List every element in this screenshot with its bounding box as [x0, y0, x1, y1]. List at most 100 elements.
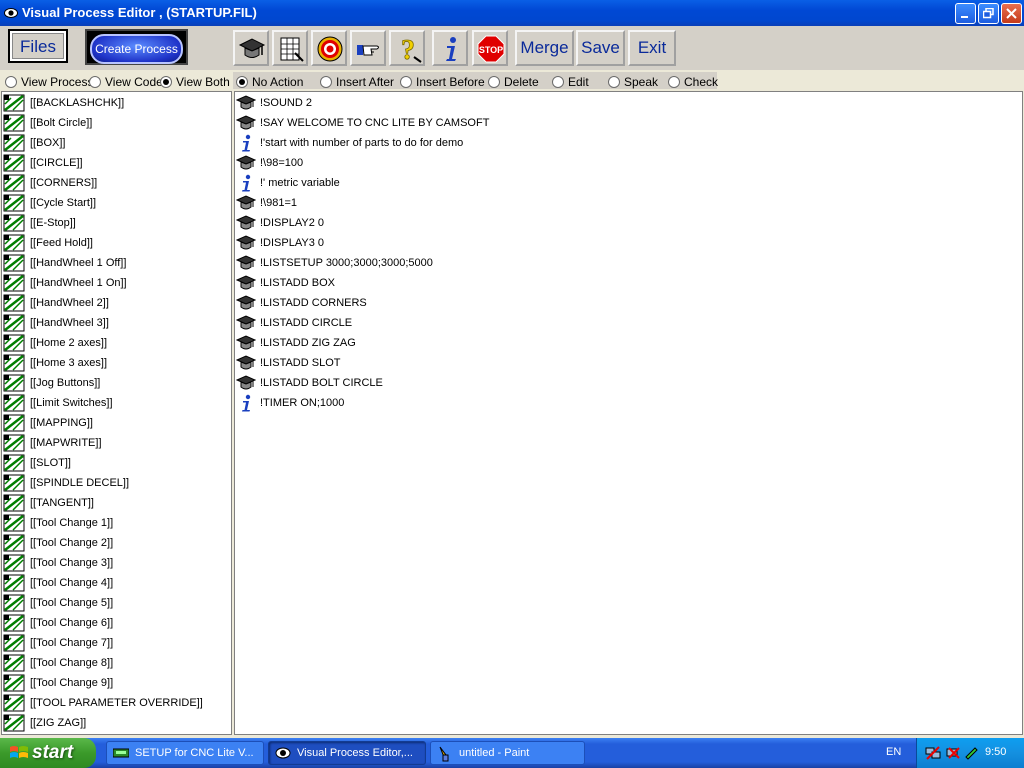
- files-button[interactable]: Files: [8, 29, 68, 63]
- radio-label: View Process: [21, 75, 94, 89]
- process-list[interactable]: [[BACKLASHCHK]] [[Bolt Circle]] [[BOX]] [[C…: [1, 91, 232, 735]
- restore-icon: [983, 8, 994, 19]
- process-flow-icon: [3, 654, 25, 672]
- list-item-label: [[Jog Buttons]]: [30, 377, 101, 389]
- info-button[interactable]: [432, 30, 468, 66]
- target-button[interactable]: [311, 30, 347, 66]
- radio-dot-no-action[interactable]: [236, 76, 248, 88]
- close-button[interactable]: [1001, 3, 1022, 24]
- stop-sign-icon: STOP: [477, 35, 505, 63]
- graduation-cap-icon: [236, 195, 256, 210]
- radio-speak[interactable]: Speak: [608, 75, 658, 89]
- close-icon: [1006, 8, 1017, 19]
- info-icon: [242, 174, 251, 192]
- create-process-button[interactable]: Create Process: [85, 29, 188, 65]
- info-icon: [446, 37, 456, 61]
- process-flow-icon: [3, 494, 25, 512]
- process-flow-icon: [3, 574, 25, 592]
- task-paint[interactable]: untitled - Paint: [430, 741, 585, 765]
- save-button[interactable]: Save: [576, 30, 625, 66]
- list-item-label: [[BACKLASHCHK]]: [30, 97, 125, 109]
- list-item-label: [[Tool Change 3]]: [30, 557, 114, 569]
- question-mark-icon: ?: [401, 35, 422, 63]
- radio-edit[interactable]: Edit: [552, 75, 589, 89]
- stop-button[interactable]: STOP: [472, 30, 508, 66]
- network-disconnected-icon[interactable]: [945, 745, 961, 761]
- list-item-label: [[Tool Change 1]]: [30, 517, 114, 529]
- radio-view-code[interactable]: View Code: [89, 75, 163, 89]
- radio-view-process[interactable]: View Process: [5, 75, 93, 89]
- task-visual-process-editor[interactable]: Visual Process Editor,...: [268, 741, 426, 765]
- process-flow-icon: [3, 294, 25, 312]
- radio-dot-view-process[interactable]: [5, 76, 17, 88]
- minimize-button[interactable]: [955, 3, 976, 24]
- process-flow-icon: [3, 114, 25, 132]
- pointing-hand-button[interactable]: [350, 30, 386, 66]
- list-item-label: [[Bolt Circle]]: [30, 117, 93, 129]
- radio-label: No Action: [252, 75, 304, 89]
- radio-no-action[interactable]: No Action: [236, 75, 303, 89]
- graduation-cap-icon: [236, 235, 256, 250]
- list-item-label: [[Tool Change 5]]: [30, 597, 114, 609]
- process-flow-icon: [3, 594, 25, 612]
- process-flow-icon: [3, 394, 25, 412]
- safely-remove-hardware-icon[interactable]: [963, 745, 979, 761]
- toolbar: Files Create Process ? STOP Merge Save E…: [0, 26, 1024, 70]
- pointing-hand-icon: [357, 45, 379, 56]
- task-label: SETUP for CNC Lite V...: [135, 747, 254, 759]
- list-item-label: [[HandWheel 3]]: [30, 317, 109, 329]
- list-item-label: [[Home 2 axes]]: [30, 337, 108, 349]
- radio-label: View Code: [105, 75, 163, 89]
- graduation-cap-icon: [236, 335, 256, 350]
- graduation-cap-icon: [236, 255, 256, 270]
- graduation-cap-icon: [236, 95, 256, 110]
- radio-dot-view-both[interactable]: [160, 76, 172, 88]
- radio-delete[interactable]: Delete: [488, 75, 539, 89]
- radio-insert-before[interactable]: Insert Before: [400, 75, 485, 89]
- radio-view-both[interactable]: View Both: [160, 75, 230, 89]
- grid-editor-button[interactable]: [272, 30, 308, 66]
- radio-dot-check[interactable]: [668, 76, 680, 88]
- process-flow-icon: [3, 194, 25, 212]
- radio-dot-edit[interactable]: [552, 76, 564, 88]
- process-flow-icon: [3, 554, 25, 572]
- radio-check[interactable]: Check: [668, 75, 718, 89]
- process-flow-icon: [3, 454, 25, 472]
- merge-button[interactable]: Merge: [515, 30, 574, 66]
- list-item-label: [[CORNERS]]: [30, 177, 98, 189]
- list-item-label: [[Tool Change 7]]: [30, 637, 114, 649]
- radio-label: Speak: [624, 75, 659, 89]
- radio-dot-insert-before[interactable]: [400, 76, 412, 88]
- radio-insert-after[interactable]: Insert After: [320, 75, 394, 89]
- list-item-label: [[Tool Change 4]]: [30, 577, 114, 589]
- radio-label: Insert After: [336, 75, 395, 89]
- radio-label: Insert Before: [416, 75, 485, 89]
- radio-dot-view-code[interactable]: [89, 76, 101, 88]
- radio-dot-insert-after[interactable]: [320, 76, 332, 88]
- help-button[interactable]: ?: [389, 30, 425, 66]
- graduation-cap-icon: [236, 155, 256, 170]
- radio-dot-delete[interactable]: [488, 76, 500, 88]
- list-item-label: [[Feed Hold]]: [30, 237, 93, 249]
- code-view[interactable]: !SOUND 2 !SAY WELCOME TO CNC LITE BY CAMS…: [234, 91, 1023, 735]
- code-line-text: !\981=1: [260, 197, 298, 209]
- list-item-label: [[Limit Switches]]: [30, 397, 113, 409]
- list-item-label: [[Tool Change 6]]: [30, 617, 114, 629]
- list-item-label: [[SLOT]]: [30, 457, 71, 469]
- process-flow-icon: [3, 354, 25, 372]
- title-bar[interactable]: Visual Process Editor , (STARTUP.FIL): [0, 0, 1024, 26]
- exit-button[interactable]: Exit: [628, 30, 676, 66]
- task-setup-cnc[interactable]: SETUP for CNC Lite V...: [106, 741, 264, 765]
- list-item-label: [[MAPPING]]: [30, 417, 93, 429]
- network-icon[interactable]: [925, 745, 941, 761]
- language-indicator[interactable]: EN: [886, 746, 901, 758]
- list-item-label: [[TANGENT]]: [30, 497, 94, 509]
- radio-dot-speak[interactable]: [608, 76, 620, 88]
- task-label: untitled - Paint: [459, 747, 530, 759]
- task-label: Visual Process Editor,...: [297, 747, 413, 759]
- start-button[interactable]: start: [0, 738, 96, 768]
- code-line-text: !DISPLAY2 0: [260, 217, 324, 229]
- list-item-label: [[HandWheel 2]]: [30, 297, 109, 309]
- process-command-button[interactable]: [233, 30, 269, 66]
- restore-button[interactable]: [978, 3, 999, 24]
